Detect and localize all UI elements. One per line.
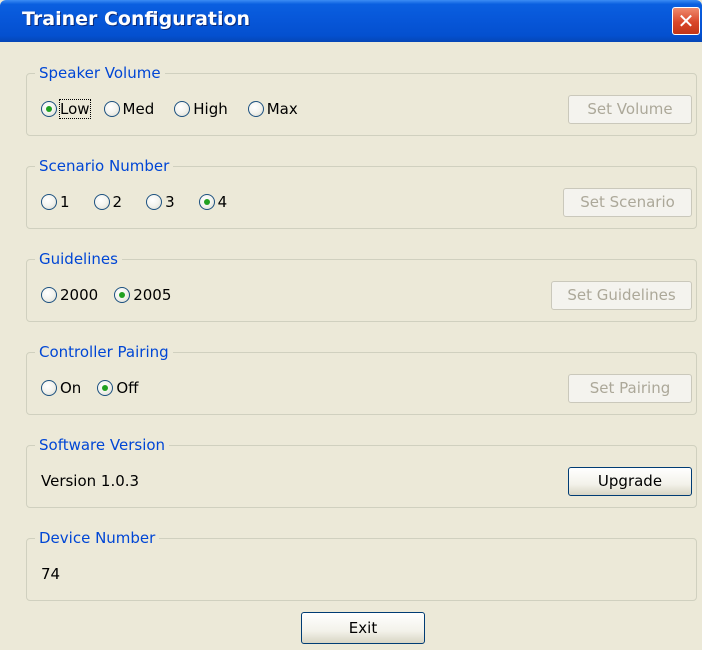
scenario-number-label: Scenario Number [35,156,174,176]
controller-pairing-options: On Off [41,375,138,401]
device-number-value: 74 [41,565,61,583]
device-number-group: Device Number 74 [26,528,697,601]
radio-checked-icon [41,101,57,117]
software-version-group: Software Version Version 1.0.3 Upgrade [26,435,697,508]
device-number-label: Device Number [35,528,160,548]
scenario-number-options: 1 2 3 4 [41,189,227,215]
close-icon: ✕ [677,9,695,33]
exit-button[interactable]: Exit [301,612,425,644]
radio-unchecked-icon [174,101,191,117]
scenario-option-1-label: 1 [60,193,70,211]
radio-unchecked-icon [41,380,57,396]
radio-unchecked-icon [247,101,264,117]
set-scenario-button[interactable]: Set Scenario [563,188,692,217]
volume-option-high-label: High [193,100,228,118]
pairing-radio-off[interactable]: Off [97,379,138,397]
software-version-value: Version 1.0.3 [41,472,140,490]
scenario-option-2-label: 2 [112,193,123,211]
radio-unchecked-icon [146,194,163,210]
volume-radio-high[interactable]: High [174,100,228,118]
radio-unchecked-icon [103,101,120,117]
volume-radio-max[interactable]: Max [247,100,298,118]
pairing-radio-on[interactable]: On [41,379,81,397]
speaker-volume-options: Low Med High Max [41,96,298,122]
pairing-option-on-label: On [60,379,82,397]
set-guidelines-button[interactable]: Set Guidelines [551,281,692,310]
scenario-number-group: Scenario Number 1 2 3 4 Set Scenario [26,156,697,229]
volume-option-max-label: Max [266,100,298,118]
radio-unchecked-icon [41,287,57,303]
scenario-radio-4[interactable]: 4 [198,193,228,211]
pairing-option-off-label: Off [116,379,139,397]
guidelines-group: Guidelines 2000 2005 Set Guidelines [26,249,697,322]
guidelines-radio-2005[interactable]: 2005 [114,286,171,304]
scenario-radio-2[interactable]: 2 [93,193,123,211]
speaker-volume-label: Speaker Volume [35,63,165,83]
radio-unchecked-icon [93,194,110,210]
scenario-radio-1[interactable]: 1 [41,193,70,211]
radio-checked-icon [198,194,215,210]
scenario-option-3-label: 3 [165,193,175,211]
upgrade-button[interactable]: Upgrade [568,467,692,496]
speaker-volume-group: Speaker Volume Low Med High Max Set Volu… [26,63,697,136]
scenario-radio-3[interactable]: 3 [146,193,175,211]
radio-unchecked-icon [41,194,57,210]
trainer-config-window: Trainer Configuration ✕ Speaker Volume L… [0,0,702,650]
title-bar[interactable]: Trainer Configuration ✕ [0,0,702,42]
guidelines-options: 2000 2005 [41,282,171,308]
volume-radio-low[interactable]: Low [41,99,91,119]
guidelines-radio-2000[interactable]: 2000 [41,286,98,304]
guidelines-option-2005-label: 2005 [133,286,172,304]
guidelines-option-2000-label: 2000 [60,286,99,304]
window-title: Trainer Configuration [22,8,251,30]
set-volume-button[interactable]: Set Volume [568,95,692,124]
radio-checked-icon [97,380,114,396]
scenario-option-4-label: 4 [217,193,228,211]
set-pairing-button[interactable]: Set Pairing [568,374,692,403]
volume-option-med-label: Med [122,100,155,118]
volume-option-low-label: Low [59,99,91,119]
software-version-label: Software Version [35,435,170,455]
guidelines-label: Guidelines [35,249,122,269]
controller-pairing-label: Controller Pairing [35,342,173,362]
controller-pairing-group: Controller Pairing On Off Set Pairing [26,342,697,415]
close-button[interactable]: ✕ [672,7,700,35]
volume-radio-med[interactable]: Med [103,100,155,118]
radio-checked-icon [114,287,131,303]
